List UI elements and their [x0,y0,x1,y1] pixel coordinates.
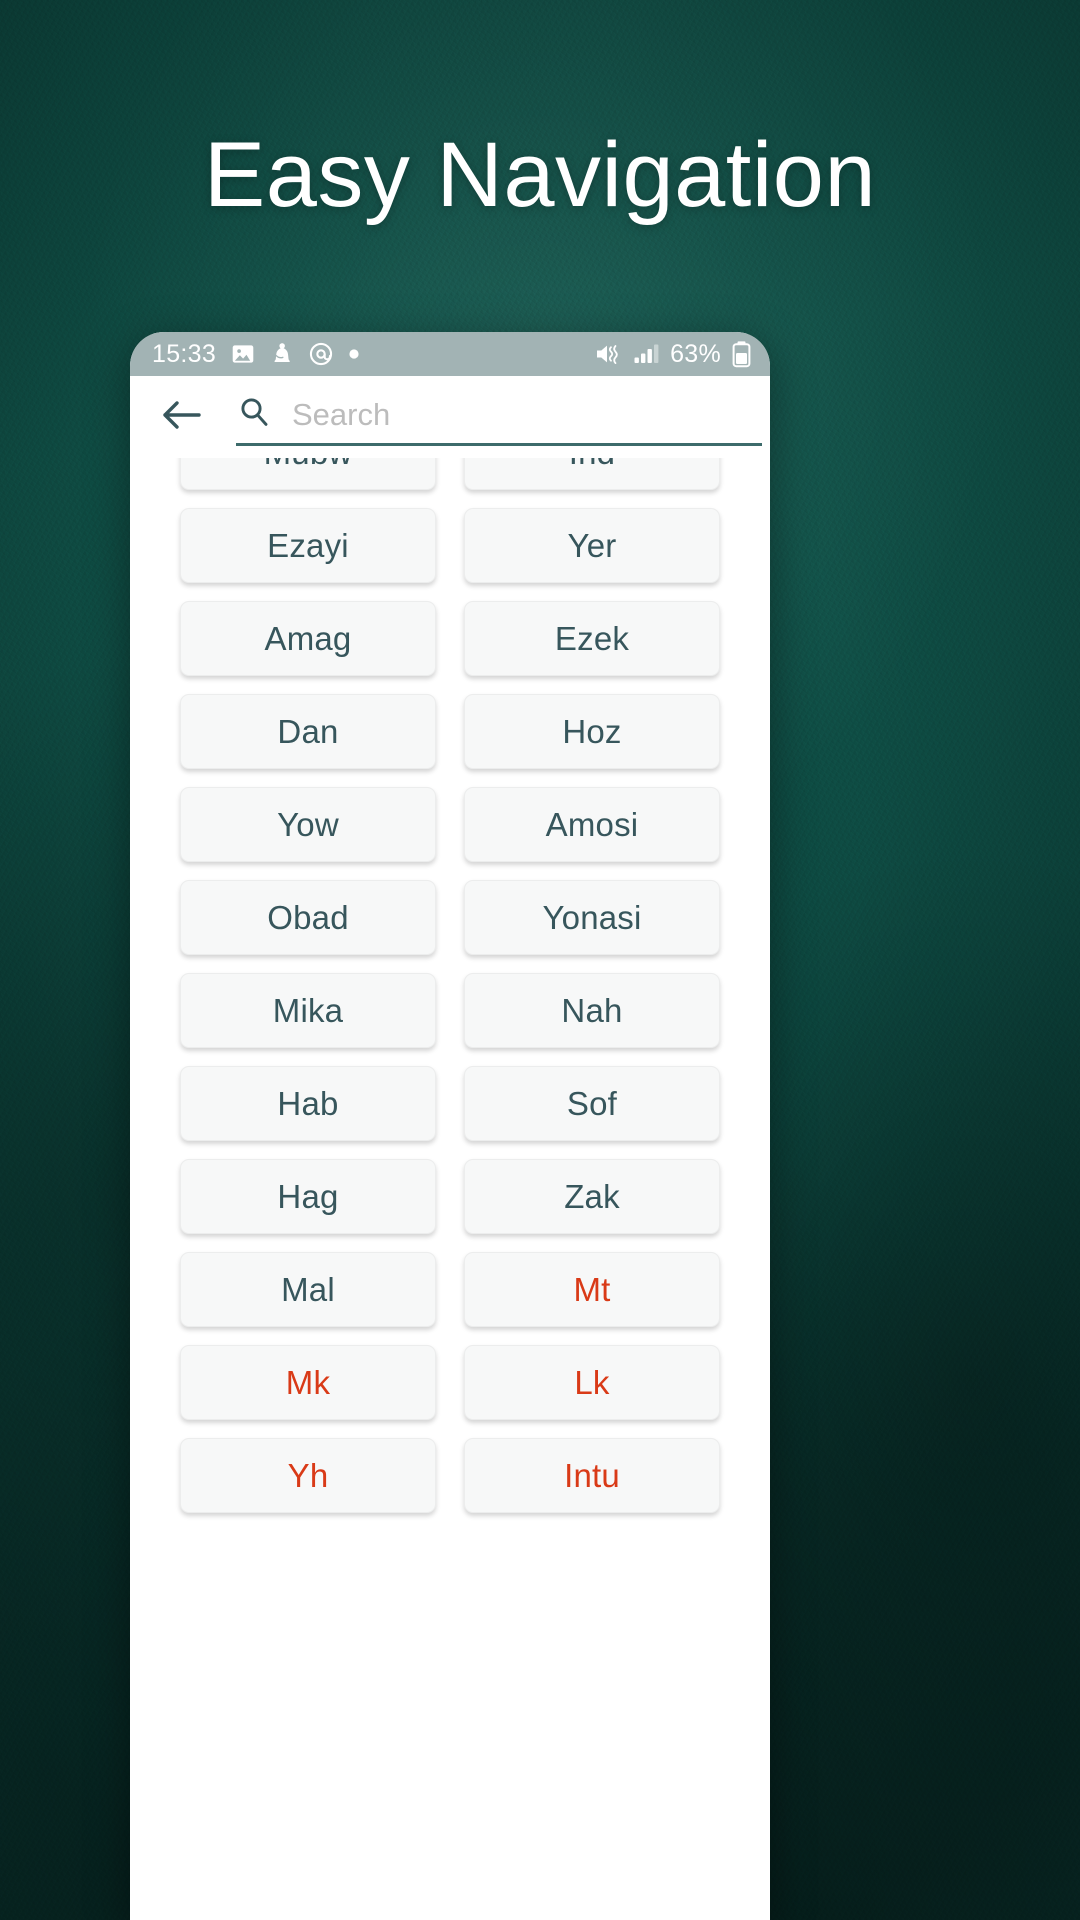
grid-cell: Hab [180,1057,436,1150]
status-bar-right: 63% [594,340,752,369]
book-button[interactable]: Amosi [464,787,720,862]
grid-cell: Dan [180,685,436,778]
grid-cell: Mk [180,1336,436,1429]
book-button[interactable]: Mika [180,973,436,1048]
signal-bars-icon [633,341,660,367]
book-button[interactable]: Hab [180,1066,436,1141]
book-button[interactable]: Yonasi [464,880,720,955]
grid-cell: Yonasi [464,871,720,964]
book-button[interactable]: Hag [180,1159,436,1234]
status-time: 15:33 [152,339,217,368]
grid-cell: Ind [464,458,720,499]
book-list-scroll-area[interactable]: Mubw Ind Ezayi Yer Amag Ezek Dan Hoz Yow Amosi Oba… [130,458,770,1920]
grid-cell: Mubw [180,458,436,499]
book-button[interactable]: Mal [180,1252,436,1327]
grid-cell: Nah [464,964,720,1057]
grid-cell: Lk [464,1336,720,1429]
search-icon [236,394,272,435]
book-button[interactable]: Dan [180,694,436,769]
grid-cell: Hag [180,1150,436,1243]
app-toolbar [130,376,770,458]
back-button[interactable] [156,391,208,443]
book-button[interactable]: Mk [180,1345,436,1420]
search-input[interactable] [292,396,762,433]
book-button[interactable]: Ezayi [180,508,436,583]
phone-mockup: 15:33 63% Search Ezayi Yer Amag Ezek Dan… [130,332,770,1920]
grid-cell: Ezek [464,592,720,685]
book-button[interactable]: Hoz [464,694,720,769]
grid-cell: Obad [180,871,436,964]
notification-icon [270,341,294,367]
book-button[interactable]: Amag [180,601,436,676]
book-button[interactable]: Mt [464,1252,720,1327]
grid-cell: Intu [464,1429,720,1522]
grid-cell: Hoz [464,685,720,778]
grid-cell: Amag [180,592,436,685]
grid-cell: Yh [180,1429,436,1522]
dot-icon [348,348,360,360]
book-button[interactable]: Mubw [180,458,436,490]
grid-cell: Mika [180,964,436,1057]
grid-cell: Yer [464,499,720,592]
book-button[interactable]: Intu [464,1438,720,1513]
status-bar-left: 15:33 [152,340,360,369]
grid-cell: Mt [464,1243,720,1336]
book-button[interactable]: Zak [464,1159,720,1234]
book-button[interactable]: Yh [180,1438,436,1513]
search-field-wrapper[interactable] [236,388,762,446]
mute-vibrate-icon [594,341,623,367]
book-button[interactable]: Nah [464,973,720,1048]
grid-cell: Sof [464,1057,720,1150]
book-button[interactable]: Ezek [464,601,720,676]
grid-cell: Yow [180,778,436,871]
book-button[interactable]: Lk [464,1345,720,1420]
grid-cell: Ezayi [180,499,436,592]
book-button[interactable]: Ind [464,458,720,490]
book-button[interactable]: Obad [180,880,436,955]
page-title: Easy Navigation [203,124,877,226]
grid-cell: Mal [180,1243,436,1336]
grid-cell: Zak [464,1150,720,1243]
book-grid: Mubw Ind Ezayi Yer Amag Ezek Dan Hoz Yow Amosi Oba… [130,458,770,1522]
book-button[interactable]: Yer [464,508,720,583]
image-icon [230,341,256,367]
arrow-left-icon [159,395,205,440]
book-button[interactable]: Sof [464,1066,720,1141]
battery-icon [731,340,752,368]
email-at-icon [308,341,334,367]
battery-percent-label: 63% [670,339,721,368]
book-button[interactable]: Yow [180,787,436,862]
grid-cell: Amosi [464,778,720,871]
status-bar: 15:33 63% [130,332,770,376]
